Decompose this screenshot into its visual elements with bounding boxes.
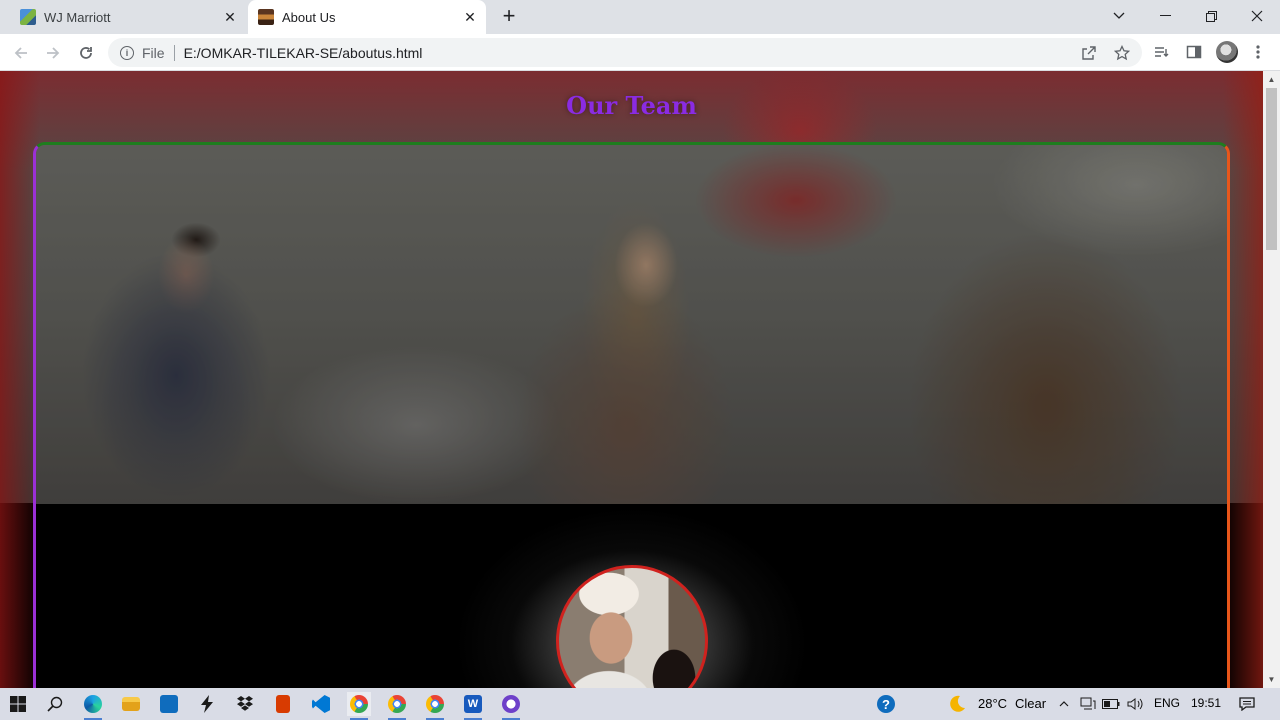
moon-weather-icon[interactable] <box>945 692 969 716</box>
tab-about-us[interactable]: About Us ✕ <box>248 0 486 34</box>
arrow-right-icon[interactable] <box>40 40 66 66</box>
profile-avatar[interactable] <box>1216 41 1238 63</box>
clock-time[interactable]: 19:51 <box>1191 696 1221 710</box>
mail-icon[interactable] <box>157 692 181 716</box>
github-desktop-icon[interactable] <box>499 692 523 720</box>
minimize-button[interactable] <box>1142 0 1188 32</box>
power-automate-icon[interactable] <box>195 692 219 716</box>
share-icon[interactable] <box>1080 44 1098 62</box>
weather-temperature[interactable]: 28°C <box>978 696 1007 711</box>
weather-condition[interactable]: Clear <box>1015 696 1046 711</box>
page-scrollbar[interactable]: ▲ ▼ <box>1263 71 1280 688</box>
reload-icon[interactable] <box>73 40 99 66</box>
restore-button[interactable] <box>1188 0 1234 32</box>
wj-marriott-favicon <box>20 9 36 25</box>
about-us-favicon <box>258 9 274 25</box>
word-icon[interactable]: W <box>461 692 485 720</box>
chrome-profile-icon[interactable] <box>385 692 409 720</box>
language-indicator[interactable]: ENG <box>1154 696 1180 710</box>
network-icon[interactable] <box>1076 692 1100 716</box>
search-icon[interactable] <box>43 692 67 716</box>
help-icon[interactable]: ? <box>874 692 898 716</box>
office-icon[interactable] <box>271 692 295 716</box>
volume-icon[interactable] <box>1123 692 1147 716</box>
chevron-up-icon[interactable] <box>1052 692 1076 716</box>
tab-search-chevron-icon[interactable] <box>1096 0 1142 32</box>
new-tab-button[interactable]: + <box>497 5 521 29</box>
close-icon[interactable]: ✕ <box>460 7 480 27</box>
browser-toolbar: i File E:/OMKAR-TILEKAR-SE/aboutus.html <box>0 34 1280 71</box>
info-icon[interactable]: i <box>120 45 134 60</box>
page-title: Our Team <box>566 91 697 120</box>
photo-shade <box>36 145 1227 504</box>
url-text[interactable]: E:/OMKAR-TILEKAR-SE/aboutus.html <box>184 45 423 61</box>
chrome-icon[interactable] <box>347 692 371 720</box>
address-separator <box>173 44 175 61</box>
side-panel-icon[interactable] <box>1184 42 1204 62</box>
file-scheme-label: File <box>142 44 165 61</box>
tab-title: WJ Marriott <box>44 9 111 25</box>
vscode-icon[interactable] <box>309 692 333 716</box>
more-vert-icon[interactable] <box>1248 42 1268 62</box>
address-bar[interactable]: i File E:/OMKAR-TILEKAR-SE/aboutus.html <box>108 38 1142 67</box>
scroll-down-arrow-icon[interactable]: ▼ <box>1263 671 1280 688</box>
tab-wj-marriott[interactable]: WJ Marriott ✕ <box>8 0 246 34</box>
windows-start-icon[interactable] <box>6 692 30 716</box>
windows-taskbar: W ? 28°C Clear ENG 19:51 <box>0 688 1280 720</box>
scroll-up-arrow-icon[interactable]: ▲ <box>1263 71 1280 88</box>
close-icon[interactable]: ✕ <box>220 7 240 27</box>
arrow-left-icon[interactable] <box>8 40 34 66</box>
tab-title: About Us <box>282 9 336 25</box>
tab-strip: WJ Marriott ✕ About Us ✕ + <box>0 0 1280 34</box>
chrome-profile-icon[interactable] <box>423 692 447 720</box>
dropbox-icon[interactable] <box>233 692 257 716</box>
scrollbar-thumb[interactable] <box>1266 88 1277 250</box>
reading-list-icon[interactable] <box>1151 42 1171 62</box>
edge-icon[interactable] <box>81 692 105 720</box>
battery-icon[interactable] <box>1099 692 1123 716</box>
close-window-button[interactable] <box>1234 0 1280 32</box>
star-icon[interactable] <box>1113 44 1131 62</box>
file-explorer-icon[interactable] <box>119 692 143 716</box>
notification-icon[interactable] <box>1235 692 1259 716</box>
